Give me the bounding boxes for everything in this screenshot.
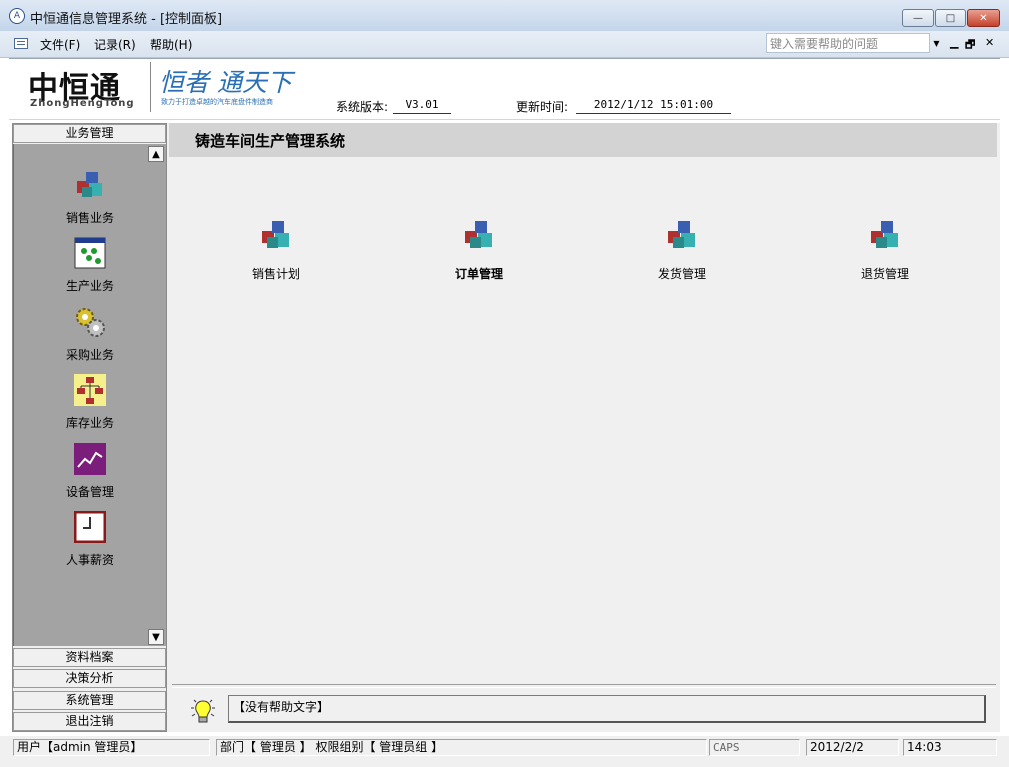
sidebar-item-inventory[interactable]: 库存业务 bbox=[40, 374, 140, 431]
scroll-down-icon[interactable]: ▼ bbox=[148, 629, 164, 645]
main-item-order-management[interactable]: 订单管理 bbox=[429, 218, 529, 282]
mdi-minimize-button[interactable]: ▁ bbox=[950, 36, 958, 49]
mdi-restore-button[interactable]: 🗗 bbox=[965, 36, 975, 55]
update-time-label: 更新时间: bbox=[516, 100, 569, 114]
sidebar-item-label: 采购业务 bbox=[65, 348, 114, 362]
sidebar-item-purchase[interactable]: 采购业务 bbox=[40, 306, 140, 363]
close-button[interactable]: ✕ bbox=[967, 9, 1000, 27]
status-time: 14:03 bbox=[903, 739, 997, 756]
app-icon[interactable]: A bbox=[9, 8, 25, 24]
main-item-label: 退货管理 bbox=[860, 267, 909, 281]
main-item-delivery-management[interactable]: 发货管理 bbox=[632, 218, 732, 282]
sidebar-item-sales[interactable]: 销售业务 bbox=[40, 169, 140, 226]
org-chart-icon bbox=[74, 374, 106, 406]
main-item-return-management[interactable]: 退货管理 bbox=[835, 218, 935, 282]
cubes-icon bbox=[668, 221, 695, 248]
window-title: 中恒通信息管理系统 - [控制面板] bbox=[30, 12, 223, 27]
menu-record[interactable]: 记录(R) bbox=[94, 36, 136, 53]
sidebar-item-equipment[interactable]: 设备管理 bbox=[40, 443, 140, 500]
gears-icon bbox=[76, 308, 105, 337]
slogan-subtitle: 致力于打造卓越的汽车底盘件制造商 bbox=[161, 98, 273, 106]
cubes-icon bbox=[465, 221, 492, 248]
maximize-button[interactable]: □ bbox=[935, 9, 966, 27]
slogan: 恒者 通天下 bbox=[159, 68, 292, 97]
chevron-down-icon[interactable]: ▼ bbox=[930, 33, 943, 53]
mdi-close-button[interactable]: ✕ bbox=[985, 36, 994, 49]
header-divider bbox=[150, 62, 151, 112]
minimize-button[interactable]: — bbox=[902, 9, 934, 27]
update-time-value: 2012/1/12 15:01:00 bbox=[576, 98, 731, 114]
cubes-icon bbox=[77, 172, 102, 197]
main-item-label: 订单管理 bbox=[454, 267, 503, 281]
help-search-input[interactable]: 键入需要帮助的问题 bbox=[766, 33, 930, 53]
system-menu-icon[interactable] bbox=[14, 38, 28, 49]
main-panel bbox=[167, 123, 1000, 732]
sidebar-item-label: 设备管理 bbox=[65, 485, 114, 499]
main-item-label: 销售计划 bbox=[251, 267, 300, 281]
version-label: 系统版本: bbox=[336, 100, 389, 114]
sidebar-tab-archive[interactable]: 资料档案 bbox=[13, 648, 166, 667]
header-banner bbox=[9, 58, 1000, 120]
status-date: 2012/2/2 bbox=[806, 739, 899, 756]
sidebar-tab-analysis[interactable]: 决策分析 bbox=[13, 669, 166, 688]
sidebar-item-label: 人事薪资 bbox=[65, 553, 114, 567]
version-value: V3.01 bbox=[393, 98, 451, 114]
clock-icon bbox=[73, 510, 107, 544]
window-dots-icon bbox=[74, 237, 106, 269]
sidebar-tab-system[interactable]: 系统管理 bbox=[13, 691, 166, 710]
lightbulb-icon bbox=[191, 699, 215, 723]
divider bbox=[172, 684, 996, 688]
cubes-icon bbox=[262, 221, 289, 248]
sidebar-item-label: 生产业务 bbox=[65, 279, 114, 293]
sidebar-item-production[interactable]: 生产业务 bbox=[40, 237, 140, 294]
company-logo-en: ZhongHengTong bbox=[30, 98, 135, 109]
main-item-label: 发货管理 bbox=[657, 267, 706, 281]
sidebar-tab-business[interactable]: 业务管理 bbox=[13, 124, 166, 143]
menu-help[interactable]: 帮助(H) bbox=[150, 36, 192, 53]
cubes-icon bbox=[871, 221, 898, 248]
status-user: 用户【admin 管理员】 bbox=[13, 739, 210, 756]
help-text-box: 【没有帮助文字】 bbox=[228, 695, 986, 723]
sidebar-item-label: 库存业务 bbox=[65, 416, 114, 430]
sidebar-item-hr[interactable]: 人事薪资 bbox=[40, 510, 140, 568]
main-item-sales-plan[interactable]: 销售计划 bbox=[226, 218, 326, 282]
sidebar-item-label: 销售业务 bbox=[65, 211, 114, 225]
sidebar-tab-logout[interactable]: 退出注销 bbox=[13, 712, 166, 731]
status-caps: CAPS bbox=[709, 739, 800, 756]
status-department: 部门【 管理员 】 权限组别【 管理员组 】 bbox=[216, 739, 707, 756]
menu-file[interactable]: 文件(F) bbox=[40, 36, 80, 53]
scroll-up-icon[interactable]: ▲ bbox=[148, 146, 164, 162]
page-title: 铸造车间生产管理系统 bbox=[195, 132, 346, 150]
trend-chart-icon bbox=[74, 443, 106, 475]
